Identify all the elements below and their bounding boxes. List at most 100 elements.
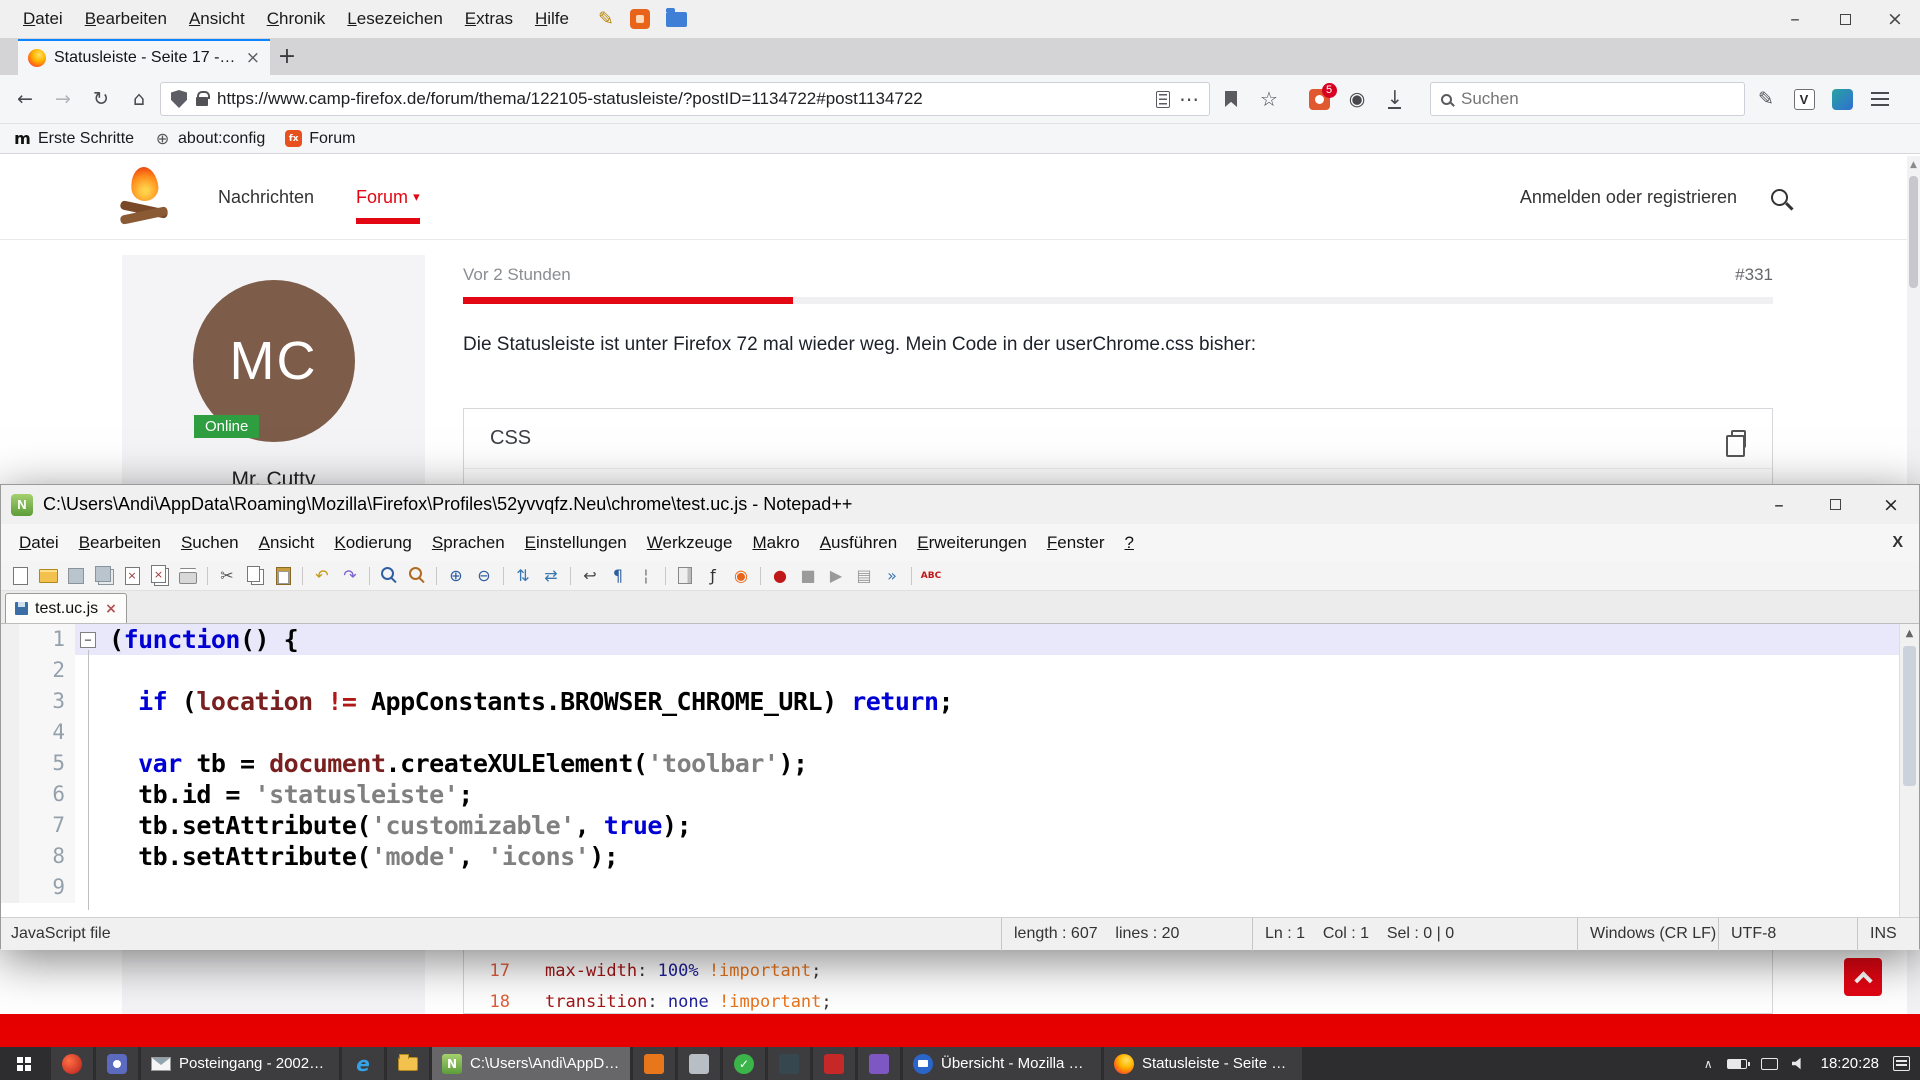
tray-expand-icon[interactable]: ∧ [1704,1057,1713,1071]
home-button[interactable]: ⌂ [122,82,156,116]
orange-app-icon[interactable] [630,9,650,29]
npp-doc-close-button[interactable]: X [1892,534,1919,552]
tab-close-icon[interactable]: × [246,48,260,68]
search-bar[interactable] [1430,82,1745,116]
eye-extension-icon[interactable]: ◉ [1340,82,1374,116]
start-button[interactable] [0,1047,48,1080]
taskbar-button-app-gray[interactable] [678,1047,720,1080]
show-all-chars-icon[interactable]: ¶ [605,564,631,588]
site-search-icon[interactable] [1771,189,1788,206]
url-bar[interactable]: ⋯ [160,82,1210,116]
save-all-icon[interactable] [91,564,117,588]
sync-vertical-icon[interactable]: ⇅ [510,564,536,588]
scrollbar-thumb[interactable] [1909,176,1918,288]
doc-map-icon[interactable] [672,564,698,588]
npp-minimize-button[interactable]: – [1751,485,1807,524]
npp-maximize-button[interactable] [1807,485,1863,524]
hamburger-menu-button[interactable] [1863,82,1897,116]
taskbar-button-pinned-2[interactable] [96,1047,138,1080]
menu-item-ansicht[interactable]: Ansicht [178,9,256,29]
blue-folder-icon[interactable] [666,12,687,27]
menu-item-chronik[interactable]: Chronik [256,9,337,29]
indent-guide-icon[interactable]: ¦ [633,564,659,588]
editor-line-3[interactable]: 3 if (location != AppConstants.BROWSER_C… [1,686,1919,717]
taskbar-button-firefox[interactable]: Statusleiste - Seite 17 ... [1104,1047,1302,1080]
signin-link[interactable]: Anmelden oder registrieren [1520,187,1737,208]
reload-button[interactable]: ↻ [84,82,118,116]
paste-icon[interactable] [270,564,296,588]
search-input[interactable] [1461,89,1734,109]
menu-item-erweiterungen[interactable]: Erweiterungen [907,533,1037,553]
menu-item-hilfe[interactable]: Hilfe [524,9,580,29]
close-all-icon[interactable] [147,564,173,588]
find-icon[interactable] [376,564,402,588]
battery-icon[interactable] [1727,1059,1747,1069]
save-macro-icon[interactable]: ▤ [851,564,877,588]
url-input[interactable] [217,89,1147,109]
new-file-icon[interactable] [7,564,33,588]
menu-item-einstellungen[interactable]: Einstellungen [515,533,637,553]
taskbar-button-app-red[interactable] [813,1047,855,1080]
menu-item-datei[interactable]: Datei [9,533,69,553]
taskbar-button-thunderbird[interactable]: Übersicht - Mozilla Fir... [903,1047,1101,1080]
editor-line-8[interactable]: 8 tb.setAttribute('mode', 'icons'); [1,841,1919,872]
menu-item-lesezeichen[interactable]: Lesezeichen [336,9,453,29]
menu-item-ansicht[interactable]: Ansicht [249,533,325,553]
taskbar-button-app-orange[interactable] [633,1047,675,1080]
editor-line-2[interactable]: 2 [1,655,1919,686]
menu-item-makro[interactable]: Makro [742,533,809,553]
campfire-logo[interactable] [116,167,172,229]
menu-item-bearbeiten[interactable]: Bearbeiten [69,533,171,553]
taskbar-button-mail[interactable]: Posteingang - 2002An... [141,1047,339,1080]
menu-item-?[interactable]: ? [1114,533,1143,553]
menu-item-ausfhren[interactable]: Ausführen [810,533,908,553]
speaker-icon[interactable] [1792,1058,1807,1070]
editor-line-1[interactable]: 1−(function() { [1,624,1919,655]
menu-item-fenster[interactable]: Fenster [1037,533,1115,553]
undo-icon[interactable]: ↶ [309,564,335,588]
bookmark-about-config[interactable]: ⊕about:config [154,130,265,148]
taskbar-button-edge[interactable]: e [342,1047,384,1080]
editor-line-5[interactable]: 5 var tb = document.createXULElement('to… [1,748,1919,779]
copy-icon[interactable] [242,564,268,588]
post-timestamp[interactable]: Vor 2 Stunden [463,265,571,287]
zoom-in-icon[interactable]: ⊕ [443,564,469,588]
fold-collapse-icon[interactable]: − [80,632,96,648]
stop-macro-icon[interactable]: ■ [795,564,821,588]
document-tab-close-icon[interactable]: × [105,601,117,617]
close-file-icon[interactable] [119,564,145,588]
taskbar-button-app-media[interactable] [858,1047,900,1080]
forward-button[interactable]: → [46,82,80,116]
post-number[interactable]: #331 [1735,265,1773,287]
editor-scrollbar[interactable]: ▲ [1899,624,1919,917]
redo-icon[interactable]: ↷ [337,564,363,588]
document-tab[interactable]: test.uc.js × [5,593,127,623]
bookmark-erste-schritte[interactable]: mErste Schritte [14,130,134,148]
word-wrap-icon[interactable]: ↩ [577,564,603,588]
editor-line-4[interactable]: 4 [1,717,1919,748]
taskbar-button-app-green-check[interactable]: ✓ [723,1047,765,1080]
zoom-out-icon[interactable]: ⊖ [471,564,497,588]
display-icon[interactable] [1761,1058,1778,1070]
npp-close-button[interactable]: × [1863,485,1919,524]
edit-extension-icon[interactable]: ✎ [1749,82,1783,116]
spell-check-icon[interactable]: ABC [918,564,944,588]
record-macro-icon[interactable]: ● [767,564,793,588]
run-macro-multiple-icon[interactable]: » [879,564,905,588]
notepadpp-titlebar[interactable]: N C:\Users\Andi\AppData\Roaming\Mozilla\… [1,485,1919,524]
scrollbar-up-icon[interactable]: ▲ [1907,156,1920,170]
v-extension-icon[interactable]: V [1787,82,1821,116]
downloads-button[interactable]: ↓ [1378,82,1412,116]
back-button[interactable]: ← [8,82,42,116]
new-tab-button[interactable]: + [270,44,304,69]
adblock-extension-icon[interactable]: 5 [1302,82,1336,116]
bookmark-star-icon[interactable]: ☆ [1252,82,1286,116]
menu-item-datei[interactable]: Datei [12,9,74,29]
action-center-icon[interactable] [1893,1056,1910,1071]
editor-line-7[interactable]: 7 tb.setAttribute('customizable', true); [1,810,1919,841]
container-extension-icon[interactable] [1825,82,1859,116]
bookmark-ribbon-icon[interactable] [1214,82,1248,116]
reader-mode-icon[interactable] [1156,91,1170,108]
editor-scrollbar-thumb[interactable] [1903,646,1916,786]
page-actions-icon[interactable]: ⋯ [1179,87,1199,111]
